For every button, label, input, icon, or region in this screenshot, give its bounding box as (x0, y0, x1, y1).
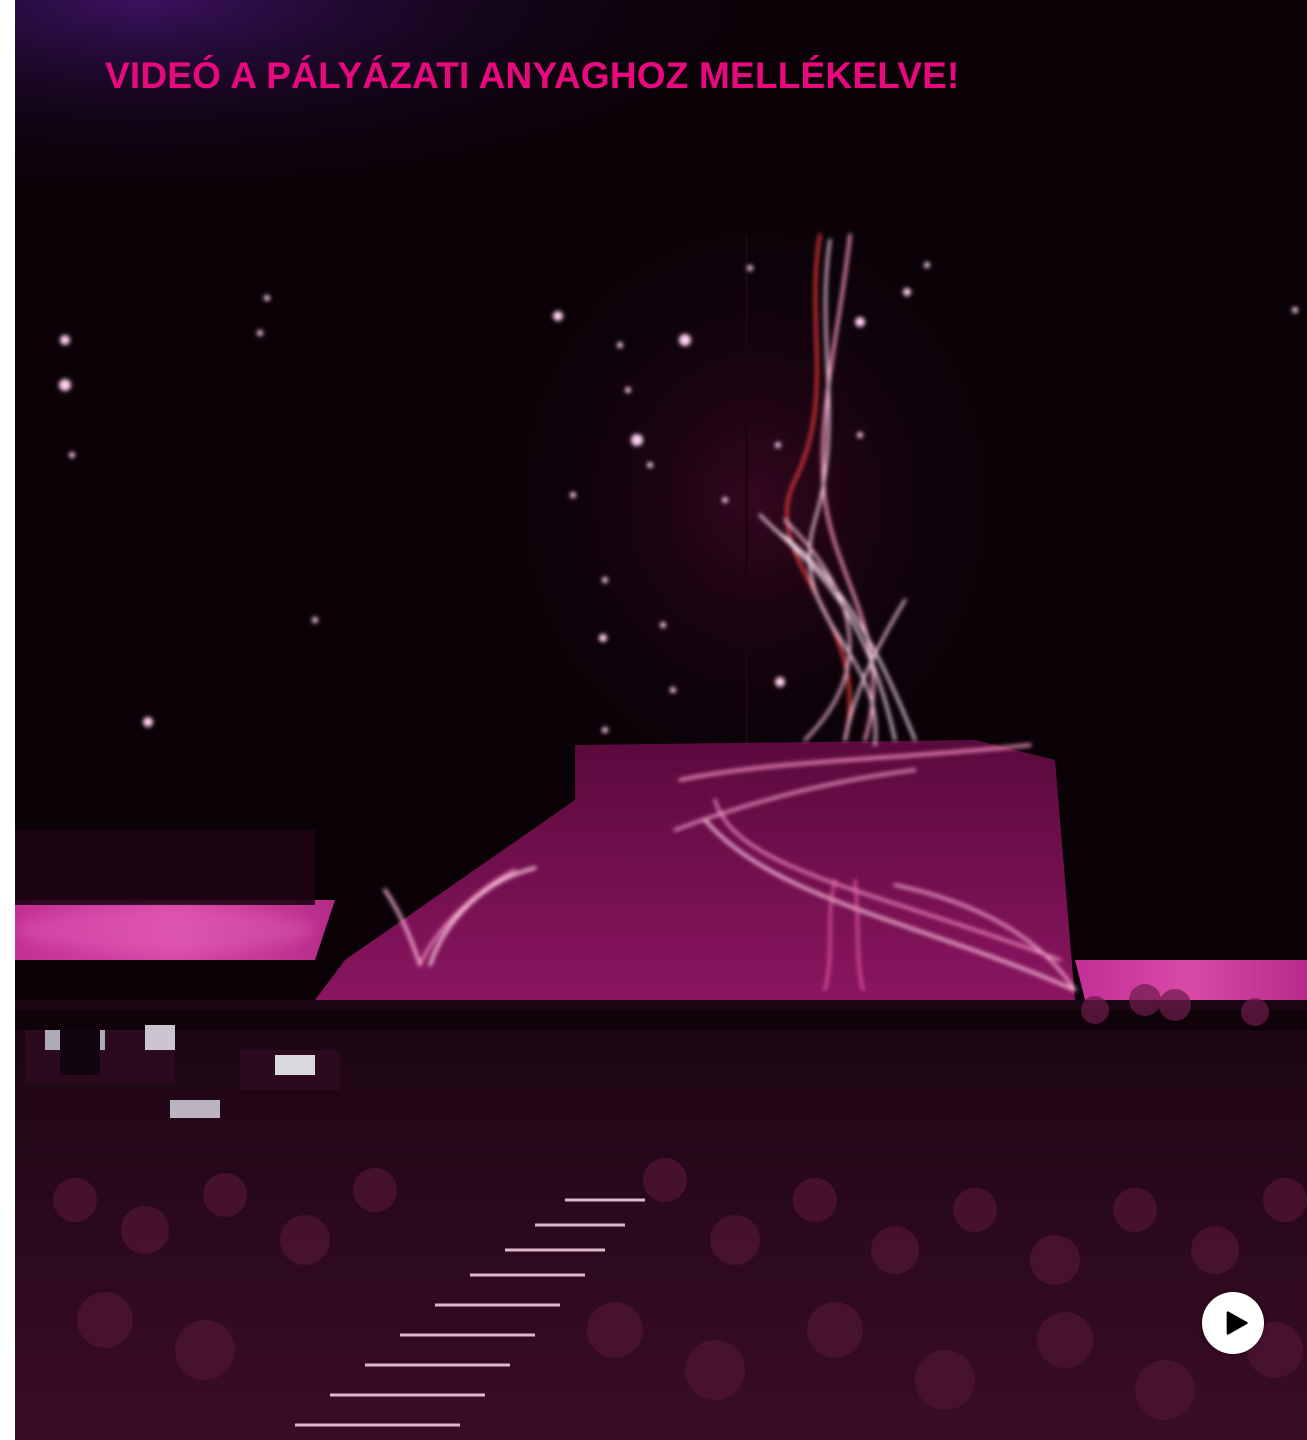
caption-text: VIDEÓ A PÁLYÁZATI ANYAGHOZ MELLÉKELVE! (105, 55, 960, 96)
video-thumbnail[interactable]: VIDEÓ A PÁLYÁZATI ANYAGHOZ MELLÉKELVE! (15, 0, 1307, 1440)
concert-stage-photo (15, 0, 1307, 1440)
play-button[interactable] (1202, 1292, 1264, 1354)
play-icon (1226, 1311, 1248, 1335)
